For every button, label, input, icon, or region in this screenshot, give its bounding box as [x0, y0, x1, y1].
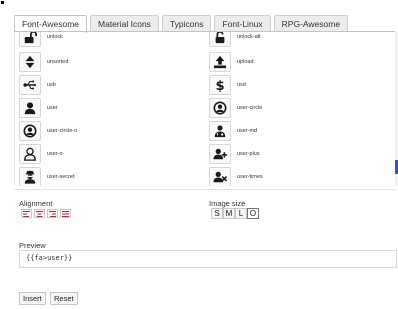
icon-label: user-circle-o [47, 128, 78, 134]
icon-option-user-circle[interactable]: user-circle [209, 98, 262, 118]
usd-icon: $ [209, 75, 231, 95]
icon-label: usd [237, 82, 246, 88]
icon-option-unsorted[interactable]: unsorted [19, 52, 68, 72]
tab-rpg-awesome[interactable]: RPG-Awesome [273, 15, 349, 32]
icon-option-unlock-alt[interactable]: unlock-alt [209, 32, 261, 47]
size-small-button[interactable]: S [211, 208, 223, 219]
align-justify-icon [62, 210, 69, 217]
preview-text: {{fa>user}} [26, 254, 73, 262]
icon-option-user[interactable]: user [19, 98, 58, 118]
icon-set-tabs: Font-Awesome Material Icons Typicons Fon… [14, 15, 351, 33]
user-plus-icon [209, 144, 231, 164]
corner-marker [1, 1, 4, 4]
section-divider [14, 189, 395, 190]
image-size-label: Image size [209, 199, 246, 208]
user-circle-o-icon [19, 121, 41, 141]
user-icon [19, 98, 41, 118]
icon-label: unsorted [47, 59, 69, 65]
icon-option-user-md[interactable]: user-md [209, 121, 257, 141]
tab-typicons[interactable]: Typicons [161, 15, 212, 32]
unlock-alt-icon [209, 32, 231, 47]
user-circle-icon [209, 98, 231, 118]
align-center-button[interactable] [34, 209, 45, 218]
icon-label: user-plus [237, 151, 260, 157]
user-o-icon [19, 144, 41, 164]
unsorted-icon [19, 52, 41, 72]
user-times-icon [209, 167, 231, 186]
user-secret-icon [19, 167, 41, 186]
image-size-buttons: S M L O [211, 208, 259, 219]
alignment-buttons [21, 209, 73, 218]
icon-option-usd[interactable]: $ usd [209, 75, 246, 95]
icon-option-user-o[interactable]: user-o [19, 144, 63, 164]
icon-label: upload [237, 59, 254, 65]
align-right-icon [49, 210, 56, 217]
align-justify-button[interactable] [60, 209, 71, 218]
upload-icon [209, 52, 231, 72]
icon-label: unlock [47, 34, 63, 40]
icon-label: user-times [237, 174, 263, 180]
icon-grid: unlock unlock-alt unsorted upload usb $ … [14, 32, 398, 186]
size-original-button[interactable]: O [247, 208, 259, 219]
size-large-button[interactable]: L [235, 208, 247, 219]
user-md-icon [209, 121, 231, 141]
preview-field[interactable]: {{fa>user}} [19, 250, 397, 268]
icon-label: user-md [237, 128, 258, 134]
icon-option-user-plus[interactable]: user-plus [209, 144, 260, 164]
icon-option-user-times[interactable]: user-times [209, 167, 263, 186]
usb-icon [19, 75, 41, 95]
icon-option-user-secret[interactable]: user-secret [19, 167, 75, 186]
align-left-icon [23, 210, 30, 217]
unlock-icon [19, 32, 41, 47]
size-medium-button[interactable]: M [223, 208, 235, 219]
icon-option-upload[interactable]: upload [209, 52, 254, 72]
reset-button[interactable]: Reset [50, 292, 78, 305]
icon-label: user [47, 105, 58, 111]
insert-button[interactable]: Insert [19, 292, 46, 305]
icon-label: user-o [47, 151, 63, 157]
preview-label: Preview [19, 241, 46, 250]
icon-label: usb [47, 82, 56, 88]
icon-label: unlock-alt [237, 34, 261, 40]
align-right-button[interactable] [47, 209, 58, 218]
icon-label: user-circle [237, 105, 263, 111]
align-left-button[interactable] [21, 209, 32, 218]
icon-label: user-secret [47, 174, 75, 180]
tab-font-linux[interactable]: Font-Linux [214, 15, 271, 32]
alignment-label: Alignment [19, 199, 53, 208]
tab-material-icons[interactable]: Material Icons [90, 15, 159, 32]
align-center-icon [36, 210, 43, 217]
icon-option-usb[interactable]: usb [19, 75, 56, 95]
svg-text:$: $ [215, 79, 224, 92]
icon-option-unlock[interactable]: unlock [19, 32, 63, 47]
icon-option-user-circle-o[interactable]: user-circle-o [19, 121, 77, 141]
